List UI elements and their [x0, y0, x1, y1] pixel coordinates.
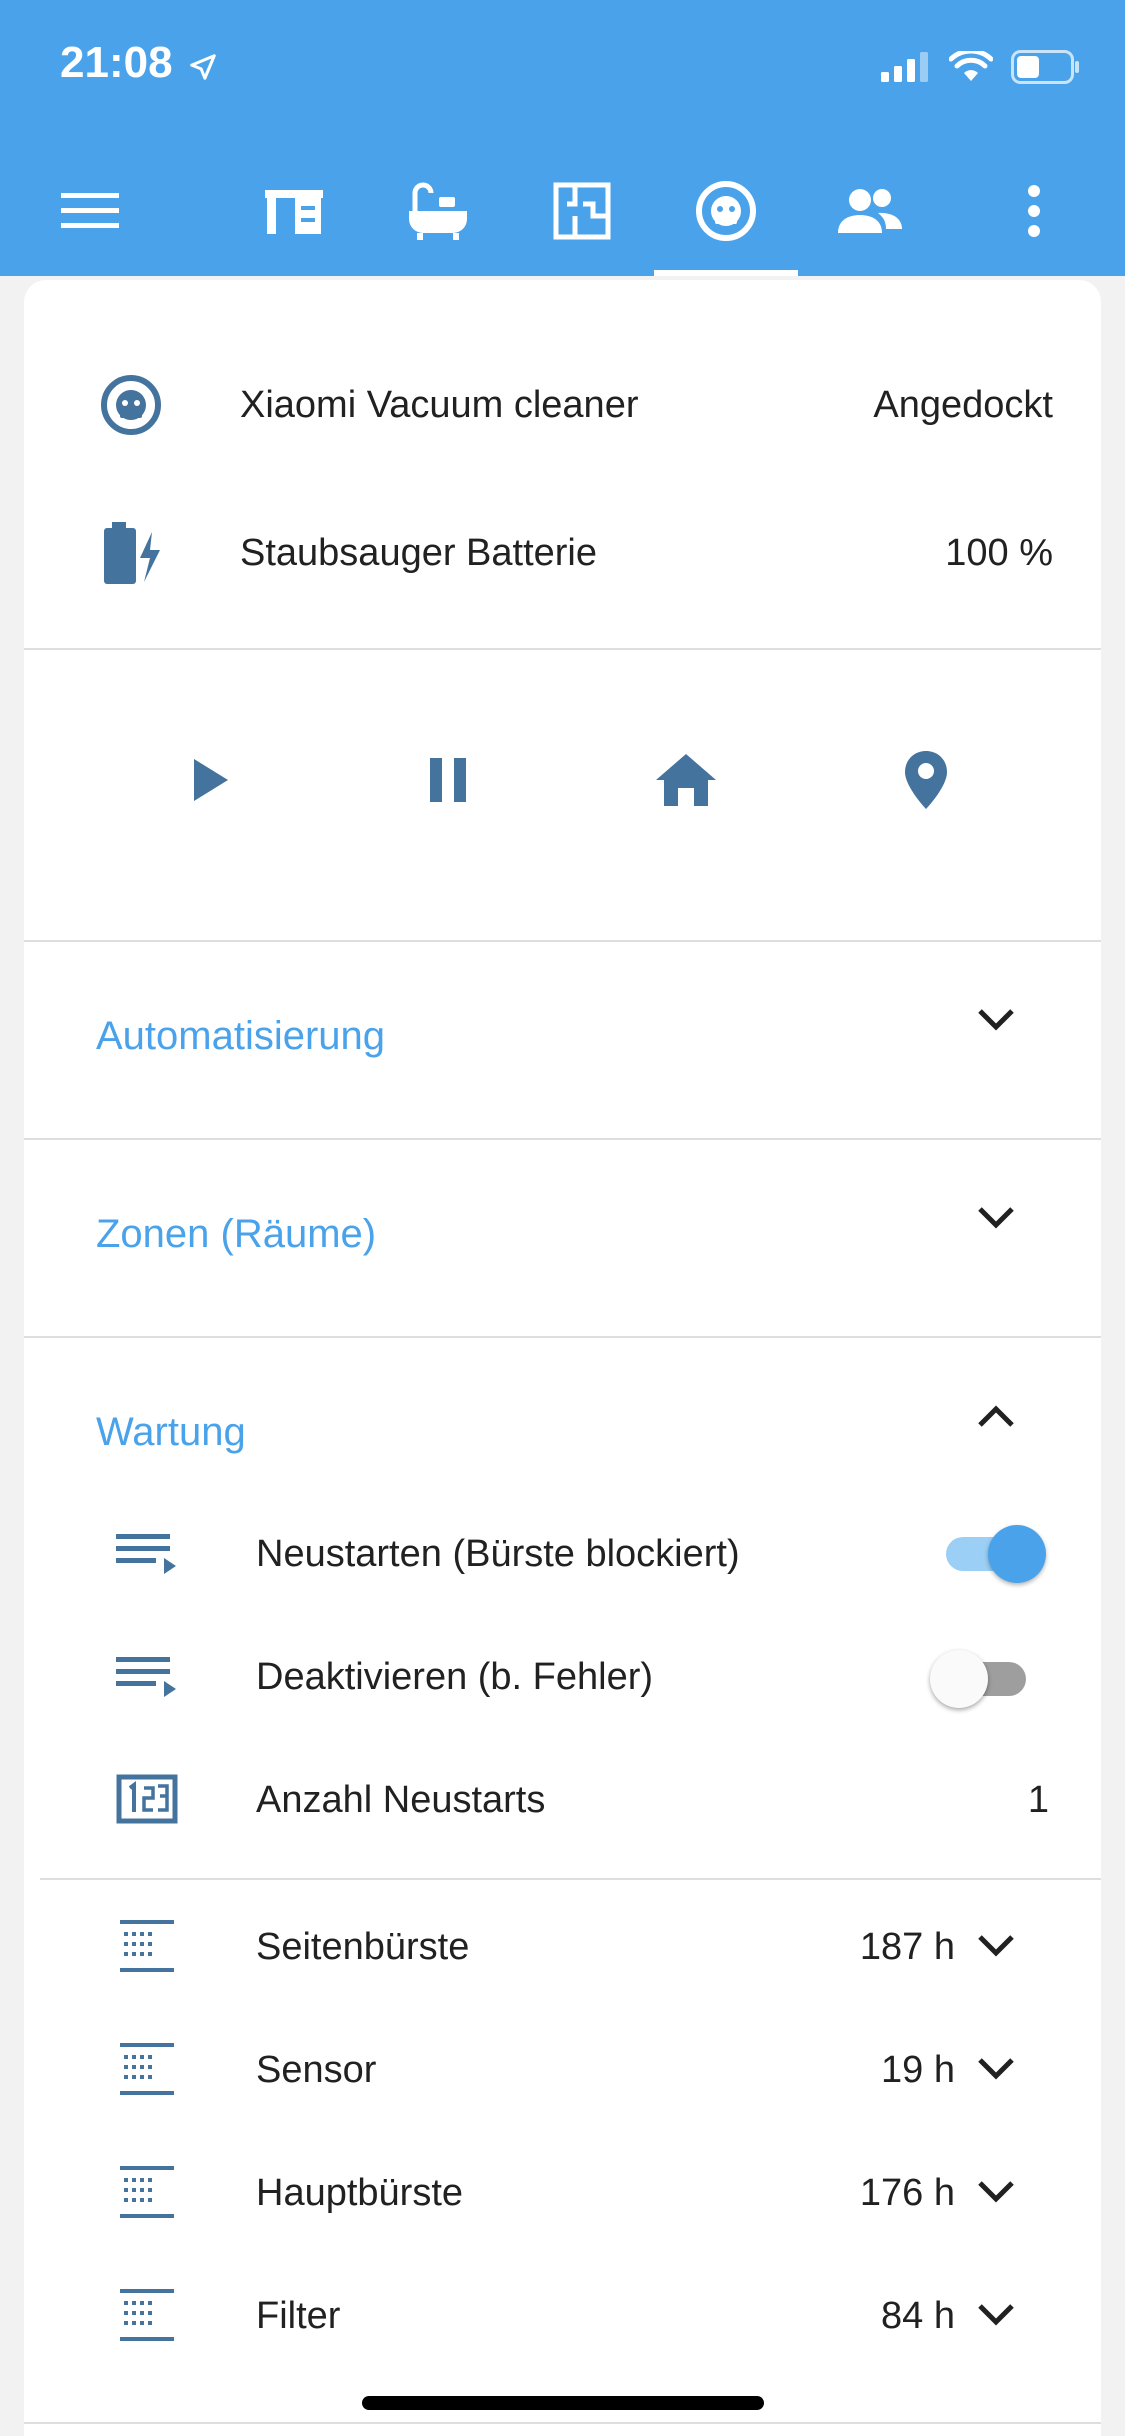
consumable-value: 84 h — [881, 2295, 955, 2337]
entity-row-battery[interactable]: Staubsauger Batterie 100 % — [24, 518, 1101, 588]
active-tab-indicator — [654, 270, 798, 276]
consumable-value: 187 h — [859, 1926, 955, 1968]
entity-state: Angedockt — [873, 383, 1053, 426]
status-time: 21:08 — [60, 38, 173, 87]
consumable-row[interactable]: Seitenbürste 187 h — [24, 1906, 1101, 1986]
chevron-down-icon[interactable] — [972, 2168, 1020, 2216]
app-header: 21:08 — [0, 0, 1125, 276]
tab-people[interactable] — [820, 150, 920, 276]
menu-button[interactable] — [40, 150, 140, 276]
restart-count-value: 1 — [1027, 1779, 1049, 1821]
chevron-down-icon[interactable] — [972, 1922, 1020, 1970]
consumable-label: Seitenbürste — [256, 1926, 470, 1968]
chevron-down-icon[interactable] — [972, 996, 1020, 1044]
restart-count-row: Anzahl Neustarts 1 — [24, 1759, 1101, 1839]
tab-vacuum[interactable] — [676, 150, 776, 276]
locate-button[interactable] — [886, 742, 966, 822]
section-title: Automatisierung — [96, 1014, 386, 1058]
grid-list-icon — [112, 2280, 182, 2350]
section-zones[interactable]: Zonen (Räume) — [24, 1178, 1101, 1288]
chevron-down-icon[interactable] — [972, 1194, 1020, 1242]
consumable-row[interactable]: Hauptbürste 176 h — [24, 2152, 1101, 2232]
robot-vacuum-icon — [695, 180, 757, 247]
return-home-button[interactable] — [646, 742, 726, 822]
grid-list-icon — [112, 2157, 182, 2227]
entity-row-vacuum[interactable]: Xiaomi Vacuum cleaner Angedockt — [24, 370, 1101, 440]
section-automation[interactable]: Automatisierung — [24, 980, 1101, 1090]
bathtub-icon — [405, 181, 471, 246]
consumable-value: 176 h — [859, 2172, 955, 2214]
consumable-row[interactable]: Filter 84 h — [24, 2275, 1101, 2355]
consumable-value: 19 h — [881, 2049, 955, 2091]
floor-plan-icon — [553, 182, 611, 245]
tab-bathroom[interactable] — [388, 150, 488, 276]
restart-toggle[interactable] — [942, 1521, 1046, 1583]
vacuum-card: Xiaomi Vacuum cleaner Angedockt Staubsau… — [24, 280, 1101, 2436]
playlist-play-icon — [112, 1518, 182, 1588]
start-button[interactable] — [170, 742, 250, 822]
pause-icon — [428, 756, 468, 809]
section-maintenance[interactable]: Wartung — [24, 1376, 1101, 1486]
deactivate-toggle[interactable] — [930, 1646, 1030, 1708]
divider — [24, 1138, 1101, 1140]
section-title: Zonen (Räume) — [96, 1212, 377, 1256]
consumable-row[interactable]: Sensor 19 h — [24, 2029, 1101, 2109]
entity-name: Staubsauger Batterie — [240, 531, 598, 574]
cellular-signal-icon — [881, 52, 931, 87]
toolbar — [0, 150, 1125, 276]
furniture-icon — [263, 186, 325, 241]
deactivate-toggle-row[interactable]: Deaktivieren (b. Fehler) — [24, 1636, 1101, 1716]
tab-furniture[interactable] — [244, 150, 344, 276]
pause-button[interactable] — [408, 742, 488, 822]
consumable-label: Filter — [256, 2295, 341, 2337]
restart-label: Neustarten (Bürste blockiert) — [256, 1533, 740, 1575]
status-bar: 21:08 — [0, 0, 1125, 140]
divider — [24, 940, 1101, 942]
numeric-icon — [112, 1764, 182, 1834]
battery-charging-icon — [96, 518, 166, 588]
divider — [24, 648, 1101, 650]
grid-list-icon — [112, 2034, 182, 2104]
chevron-down-icon[interactable] — [972, 2291, 1020, 2339]
map-marker-icon — [903, 749, 949, 816]
divider — [40, 1878, 1101, 1880]
entity-name: Xiaomi Vacuum cleaner — [240, 383, 639, 426]
menu-icon — [61, 191, 119, 236]
location-arrow-icon — [188, 52, 218, 87]
robot-vacuum-icon — [96, 370, 166, 440]
home-indicator — [362, 2396, 764, 2410]
people-icon — [838, 187, 902, 240]
more-vertical-icon — [1027, 184, 1041, 243]
grid-list-icon — [112, 1911, 182, 1981]
playlist-play-icon — [112, 1641, 182, 1711]
play-icon — [190, 757, 230, 808]
battery-icon — [1011, 50, 1081, 89]
more-button[interactable] — [984, 150, 1084, 276]
tab-floorplan[interactable] — [532, 150, 632, 276]
home-icon — [654, 752, 718, 813]
consumable-label: Sensor — [256, 2049, 377, 2091]
divider — [24, 1336, 1101, 1338]
divider — [24, 2422, 1101, 2424]
wifi-icon — [948, 48, 994, 88]
deactivate-label: Deaktivieren (b. Fehler) — [256, 1656, 654, 1698]
chevron-up-icon[interactable] — [972, 1392, 1020, 1440]
consumable-label: Hauptbürste — [256, 2172, 464, 2214]
entity-state: 100 % — [945, 531, 1053, 574]
restart-count-label: Anzahl Neustarts — [256, 1779, 546, 1821]
chevron-down-icon[interactable] — [972, 2045, 1020, 2093]
restart-toggle-row[interactable]: Neustarten (Bürste blockiert) — [24, 1513, 1101, 1593]
section-title: Wartung — [96, 1410, 246, 1454]
